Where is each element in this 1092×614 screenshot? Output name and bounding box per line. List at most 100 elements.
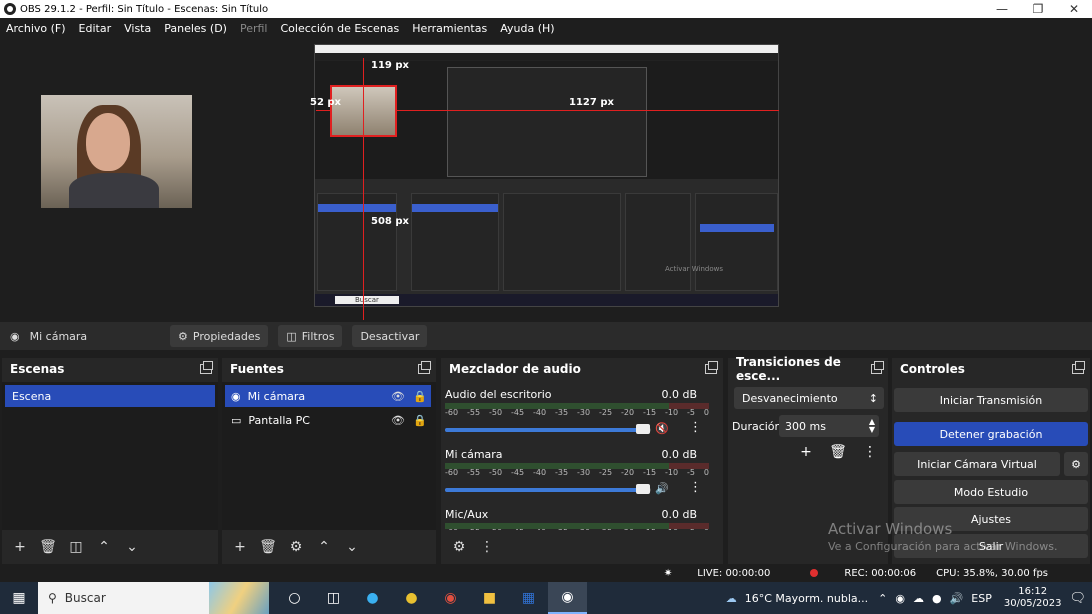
clock-date: 30/05/2023 (1003, 598, 1062, 609)
screen-capture-source[interactable]: Activar Windows Buscar (314, 44, 779, 307)
lock-icon[interactable]: 🔒 (409, 390, 431, 403)
speaker-icon[interactable]: 🔊 (655, 482, 669, 495)
start-streaming-button[interactable]: Iniciar Transmisión (894, 388, 1088, 412)
chevron-up-icon[interactable]: ⌃ (878, 592, 887, 605)
obs-tray-icon[interactable]: ● (932, 592, 942, 605)
windows-taskbar: ▦ ⚲ Buscar ○ ◫ ● ● ◉ ■ ▦ ◉ ☁ 16°C Mayorm… (0, 582, 1092, 614)
scenes-list: Escena (2, 382, 218, 530)
word-icon[interactable]: ▦ (509, 582, 548, 614)
menu-view[interactable]: Vista (124, 22, 151, 35)
channel-more-icon[interactable]: ⋮ (689, 420, 702, 435)
filters-button[interactable]: ◫ Filtros (278, 325, 343, 347)
delete-source-icon[interactable]: 🗑 (254, 535, 282, 559)
notification-icon[interactable]: 🗨 (1069, 591, 1086, 606)
obs-taskbar-icon[interactable]: ◉ (548, 582, 587, 614)
move-down-icon[interactable]: ⌄ (338, 535, 366, 559)
channel-name: Audio del escritorio (445, 388, 552, 401)
transition-select[interactable]: Desvanecimiento ↕ (734, 387, 884, 409)
norton-icon[interactable]: ● (392, 582, 431, 614)
file-explorer-icon[interactable]: ■ (470, 582, 509, 614)
add-source-icon[interactable]: + (226, 535, 254, 559)
channel-db: 0.0 dB (661, 508, 697, 521)
undock-icon[interactable] (1072, 361, 1085, 374)
maximize-button[interactable]: ❐ (1020, 0, 1056, 18)
deactivate-button[interactable]: Desactivar (352, 325, 428, 347)
delete-transition-icon[interactable]: 🗑 (822, 444, 854, 460)
filter-icon: ◫ (286, 329, 297, 343)
advanced-audio-icon[interactable]: ⚙ (445, 535, 473, 559)
add-transition-icon[interactable]: + (790, 444, 822, 460)
add-scene-icon[interactable]: + (6, 535, 34, 559)
chrome-icon[interactable]: ◉ (431, 582, 470, 614)
menu-help[interactable]: Ayuda (H) (500, 22, 554, 35)
windows-start-icon[interactable]: ▦ (0, 590, 38, 606)
menu-profile[interactable]: Perfil (240, 22, 268, 35)
nested-watermark: Activar Windows (665, 265, 723, 273)
guide-line-horizontal (397, 110, 779, 111)
duration-input[interactable]: 300 ms ▲ ▼ (779, 415, 879, 437)
transition-more-icon[interactable]: ⋮ (854, 444, 886, 460)
undock-icon[interactable] (200, 361, 213, 374)
edge-icon[interactable]: ● (353, 582, 392, 614)
webcam-source[interactable] (41, 95, 192, 208)
meter-tick: -55 (467, 408, 481, 417)
live-status: ✷ LIVE: 00:00:00 (644, 568, 771, 579)
webcam-tray-icon[interactable]: ◉ (895, 592, 905, 605)
spin-arrows-icon[interactable]: ▲ ▼ (869, 418, 875, 434)
delete-scene-icon[interactable]: 🗑 (34, 535, 62, 559)
mixer-channels: Audio del escritorio 0.0 dB -60 -55 -50 -45 -4… (441, 382, 723, 530)
source-item[interactable]: ◉ Mi cámara 👁 🔒 (225, 385, 431, 407)
undock-icon[interactable] (705, 361, 718, 374)
preview-canvas[interactable]: Activar Windows Buscar 119 px 52 px 1127… (0, 38, 1092, 320)
source-settings-icon[interactable]: ⚙ (282, 535, 310, 559)
taskbar-clock[interactable]: 16:12 30/05/2023 (1004, 586, 1062, 610)
language-indicator[interactable]: ESP (971, 592, 992, 605)
move-up-icon[interactable]: ⌃ (90, 535, 118, 559)
menu-docks[interactable]: Paneles (D) (164, 22, 227, 35)
scene-filters-icon[interactable]: ◫ (62, 535, 90, 559)
menu-scene-collection[interactable]: Colección de Escenas (281, 22, 400, 35)
move-up-icon[interactable]: ⌃ (310, 535, 338, 559)
onedrive-icon[interactable]: ☁ (913, 592, 924, 605)
studio-mode-button[interactable]: Modo Estudio (894, 480, 1088, 504)
status-bar: ✷ LIVE: 00:00:00 REC: 00:00:06 CPU: 35.8%… (0, 564, 1092, 582)
volume-slider-handle[interactable] (636, 424, 650, 434)
volume-fill (445, 428, 645, 432)
task-view-icon[interactable]: ◫ (314, 582, 353, 614)
window-title-bar: OBS 29.1.2 - Perfil: Sin Título - Escena… (0, 0, 1092, 18)
volume-slider[interactable] (445, 488, 651, 492)
search-icon: ⚲ (48, 591, 57, 605)
volume-slider[interactable] (445, 428, 651, 432)
eye-icon[interactable]: 👁 (387, 390, 409, 403)
virtual-camera-settings-icon[interactable]: ⚙ (1064, 452, 1088, 476)
menu-file[interactable]: Archivo (F) (6, 22, 66, 35)
scene-item[interactable]: Escena (5, 385, 215, 407)
muted-speaker-icon[interactable]: 🔇 (655, 422, 669, 435)
properties-button[interactable]: ⚙ Propiedades (170, 325, 269, 347)
meter-tick: 0 (703, 408, 709, 417)
source-item[interactable]: ▭ Pantalla PC 👁 🔒 (225, 409, 431, 431)
menu-tools[interactable]: Herramientas (412, 22, 487, 35)
more-options-icon[interactable]: ⋮ (473, 535, 501, 559)
speaker-icon[interactable]: 🔊 (950, 592, 964, 605)
weather-text[interactable]: 16°C Mayorm. nubla... (745, 592, 868, 605)
move-down-icon[interactable]: ⌄ (118, 535, 146, 559)
menu-edit[interactable]: Editar (79, 22, 112, 35)
close-button[interactable]: ✕ (1056, 0, 1092, 18)
webcam-person-body (69, 173, 159, 208)
start-virtual-camera-button[interactable]: Iniciar Cámara Virtual (894, 452, 1060, 476)
eye-icon[interactable]: 👁 (387, 414, 409, 427)
channel-name: Mi cámara (445, 448, 503, 461)
channel-more-icon[interactable]: ⋮ (689, 480, 702, 495)
stop-recording-button[interactable]: Detener grabación (894, 422, 1088, 446)
minimize-button[interactable]: — (984, 0, 1020, 18)
nested-scene-highlight (318, 204, 396, 212)
lock-icon[interactable]: 🔒 (409, 414, 431, 427)
undock-icon[interactable] (871, 361, 884, 374)
undock-icon[interactable] (418, 361, 431, 374)
meter-tick: -55 (467, 468, 481, 477)
cortana-icon[interactable]: ○ (275, 582, 314, 614)
taskbar-search[interactable]: ⚲ Buscar (38, 582, 269, 614)
scenes-title: Escenas (10, 362, 65, 376)
volume-slider-handle[interactable] (636, 484, 650, 494)
